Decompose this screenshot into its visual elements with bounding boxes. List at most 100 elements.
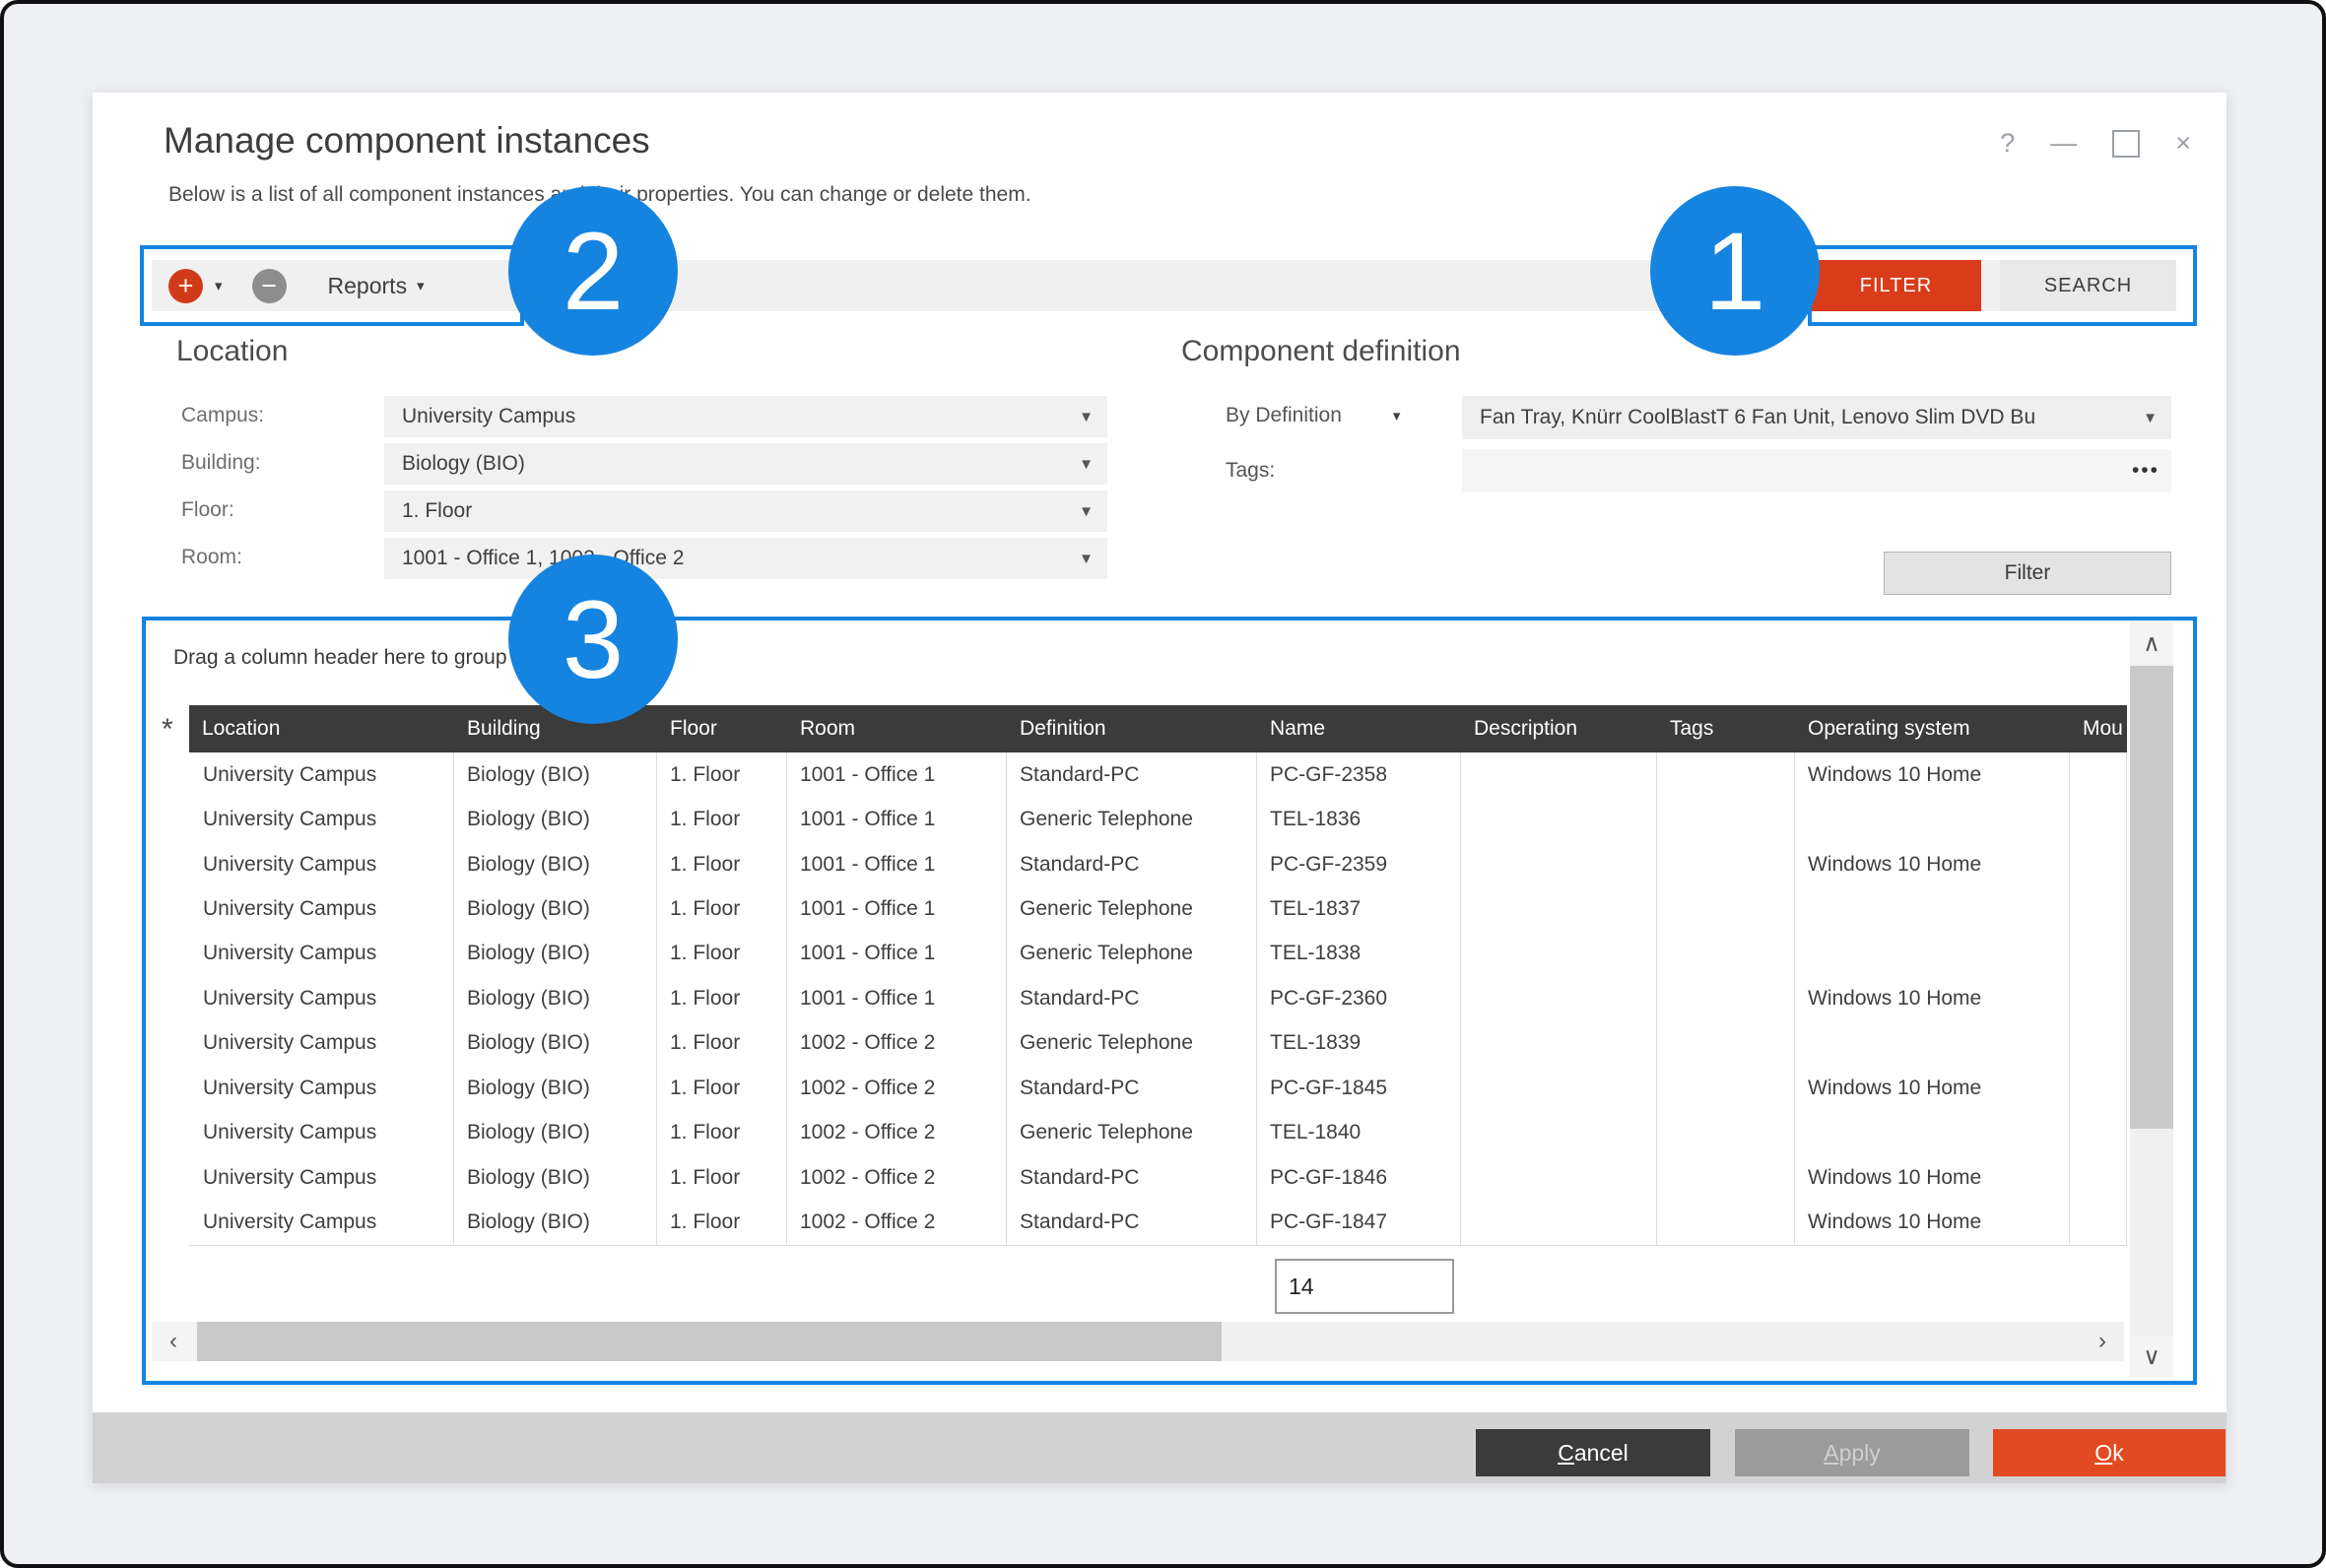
table-row[interactable]: University CampusBiology (BIO)1. Floor10…: [189, 1200, 2127, 1244]
horizontal-scroll-thumb[interactable]: [197, 1322, 1222, 1361]
cell: [1461, 1066, 1657, 1110]
apply-button[interactable]: Apply: [1735, 1429, 1969, 1476]
column-header-description[interactable]: Description: [1461, 705, 1657, 752]
row-indicator-icon: *: [162, 713, 173, 747]
cell: Biology (BIO): [454, 1155, 657, 1200]
cell: PC-GF-1847: [1257, 1200, 1461, 1244]
cell: 1. Floor: [657, 976, 787, 1020]
cell: 1001 - Office 1: [787, 932, 1007, 976]
scroll-down-button[interactable]: ∨: [2130, 1336, 2173, 1377]
minimize-button[interactable]: —: [2050, 128, 2077, 159]
close-button[interactable]: ×: [2175, 128, 2191, 159]
vertical-scroll-thumb[interactable]: [2130, 666, 2173, 1129]
table-row[interactable]: University CampusBiology (BIO)1. Floor10…: [189, 1021, 2127, 1066]
footer-bar: Cancel Apply Ok: [93, 1412, 2226, 1483]
cell: [1461, 1155, 1657, 1200]
chevron-down-icon: ▼: [1079, 456, 1094, 473]
screenshot-frame: Manage component instances Below is a li…: [0, 0, 2326, 1568]
cell: Windows 10 Home: [1795, 842, 2070, 886]
annotation-badge-2: 2: [508, 186, 678, 356]
cell: [1795, 1021, 2070, 1066]
scroll-right-button[interactable]: ›: [2081, 1322, 2124, 1361]
tags-label: Tags:: [1226, 459, 1275, 483]
by-definition-dropdown[interactable]: By Definition ▾: [1226, 404, 1400, 427]
vertical-scrollbar[interactable]: ∧ ∨: [2130, 622, 2173, 1377]
definition-value: Fan Tray, Knürr CoolBlastT 6 Fan Unit, L…: [1480, 406, 2035, 429]
cell: Biology (BIO): [454, 1200, 657, 1244]
column-header-floor[interactable]: Floor: [657, 705, 787, 752]
room-dropdown[interactable]: 1001 - Office 1, 1002 - Office 2 ▼: [384, 538, 1107, 579]
annotation-badge-1: 1: [1650, 186, 1820, 356]
column-header-mou[interactable]: Mou: [2070, 705, 2127, 752]
table-row[interactable]: University CampusBiology (BIO)1. Floor10…: [189, 797, 2127, 841]
cell: PC-GF-2360: [1257, 976, 1461, 1020]
cell: Generic Telephone: [1007, 932, 1257, 976]
definition-value-dropdown[interactable]: Fan Tray, Knürr CoolBlastT 6 Fan Unit, L…: [1462, 396, 2171, 439]
horizontal-scrollbar[interactable]: ‹ ›: [152, 1322, 2124, 1361]
cell: [1795, 886, 2070, 931]
cell: University Campus: [189, 932, 454, 976]
table-row[interactable]: University CampusBiology (BIO)1. Floor10…: [189, 1066, 2127, 1110]
cell: 1. Floor: [657, 1021, 787, 1066]
definition-filter-button[interactable]: Filter: [1884, 552, 2171, 595]
cell: [1461, 752, 1657, 797]
table-row[interactable]: University CampusBiology (BIO)1. Floor10…: [189, 752, 2127, 797]
cell: 1001 - Office 1: [787, 752, 1007, 797]
cell: University Campus: [189, 1066, 454, 1110]
chevron-down-icon: ▼: [1079, 551, 1094, 567]
cell: Windows 10 Home: [1795, 1155, 2070, 1200]
column-header-definition[interactable]: Definition: [1007, 705, 1257, 752]
edit-cell-input[interactable]: [1275, 1259, 1454, 1314]
cell: Biology (BIO): [454, 797, 657, 841]
table-row[interactable]: University CampusBiology (BIO)1. Floor10…: [189, 1155, 2127, 1200]
cell: [2070, 1066, 2127, 1110]
table-row[interactable]: University CampusBiology (BIO)1. Floor10…: [189, 886, 2127, 931]
cell: 1. Floor: [657, 1111, 787, 1155]
window-controls: ? — ×: [2000, 128, 2191, 159]
floor-dropdown[interactable]: 1. Floor ▼: [384, 490, 1107, 532]
cell: University Campus: [189, 1155, 454, 1200]
cell: [1657, 1200, 1795, 1244]
column-header-room[interactable]: Room: [787, 705, 1007, 752]
ellipsis-button[interactable]: •••: [2132, 459, 2160, 483]
cell: PC-GF-2358: [1257, 752, 1461, 797]
cell: Standard-PC: [1007, 1200, 1257, 1244]
column-header-operating-system[interactable]: Operating system: [1795, 705, 2070, 752]
cell: [2070, 1155, 2127, 1200]
column-header-location[interactable]: Location: [189, 705, 454, 752]
cell: 1001 - Office 1: [787, 976, 1007, 1020]
cell: Generic Telephone: [1007, 1111, 1257, 1155]
tags-field[interactable]: •••: [1462, 449, 2171, 492]
cell: Windows 10 Home: [1795, 1066, 2070, 1110]
annotation-badge-3: 3: [508, 555, 678, 724]
column-header-name[interactable]: Name: [1257, 705, 1461, 752]
table-row[interactable]: University CampusBiology (BIO)1. Floor10…: [189, 842, 2127, 886]
column-header-tags[interactable]: Tags: [1657, 705, 1795, 752]
cell: TEL-1837: [1257, 886, 1461, 931]
scroll-up-button[interactable]: ∧: [2130, 622, 2173, 664]
building-dropdown[interactable]: Biology (BIO) ▼: [384, 443, 1107, 485]
cell: Biology (BIO): [454, 886, 657, 931]
cell: Windows 10 Home: [1795, 976, 2070, 1020]
room-label: Room:: [181, 546, 242, 569]
room-value: 1001 - Office 1, 1002 - Office 2: [402, 547, 684, 570]
table-row[interactable]: University CampusBiology (BIO)1. Floor10…: [189, 1111, 2127, 1155]
ok-button[interactable]: Ok: [1993, 1429, 2226, 1476]
chevron-down-icon: ▼: [2143, 410, 2158, 426]
component-definition-heading: Component definition: [1181, 335, 1461, 368]
table-row[interactable]: University CampusBiology (BIO)1. Floor10…: [189, 976, 2127, 1020]
scroll-left-button[interactable]: ‹: [152, 1322, 195, 1361]
table-row[interactable]: University CampusBiology (BIO)1. Floor10…: [189, 932, 2127, 976]
maximize-button[interactable]: [2112, 130, 2140, 158]
cell: Generic Telephone: [1007, 797, 1257, 841]
cancel-button[interactable]: Cancel: [1476, 1429, 1710, 1476]
cell: University Campus: [189, 886, 454, 931]
campus-dropdown[interactable]: University Campus ▼: [384, 396, 1107, 437]
help-icon[interactable]: ?: [2000, 128, 2015, 159]
cell: University Campus: [189, 1021, 454, 1066]
cell: 1002 - Office 2: [787, 1155, 1007, 1200]
manage-component-instances-dialog: Manage component instances Below is a li…: [93, 93, 2226, 1483]
cell: University Campus: [189, 797, 454, 841]
cell: [1657, 976, 1795, 1020]
cell: 1002 - Office 2: [787, 1021, 1007, 1066]
